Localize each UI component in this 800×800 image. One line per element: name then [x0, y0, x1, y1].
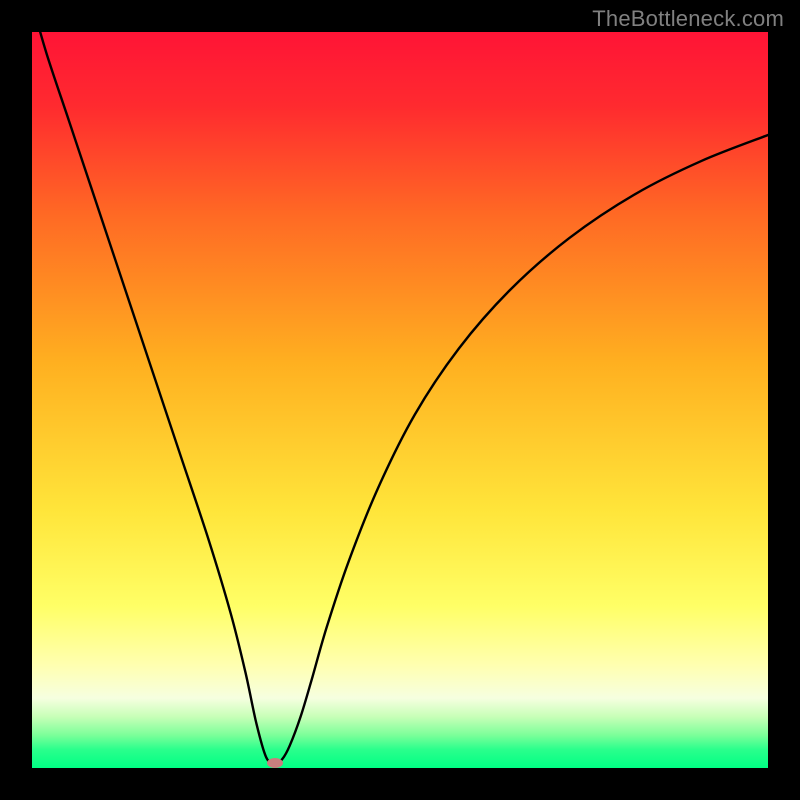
- bottleneck-curve: [32, 32, 768, 764]
- optimal-point-marker: [267, 758, 283, 768]
- chart-frame: TheBottleneck.com: [0, 0, 800, 800]
- curve-layer: [32, 32, 768, 768]
- watermark-text: TheBottleneck.com: [592, 6, 784, 32]
- plot-area: [32, 32, 768, 768]
